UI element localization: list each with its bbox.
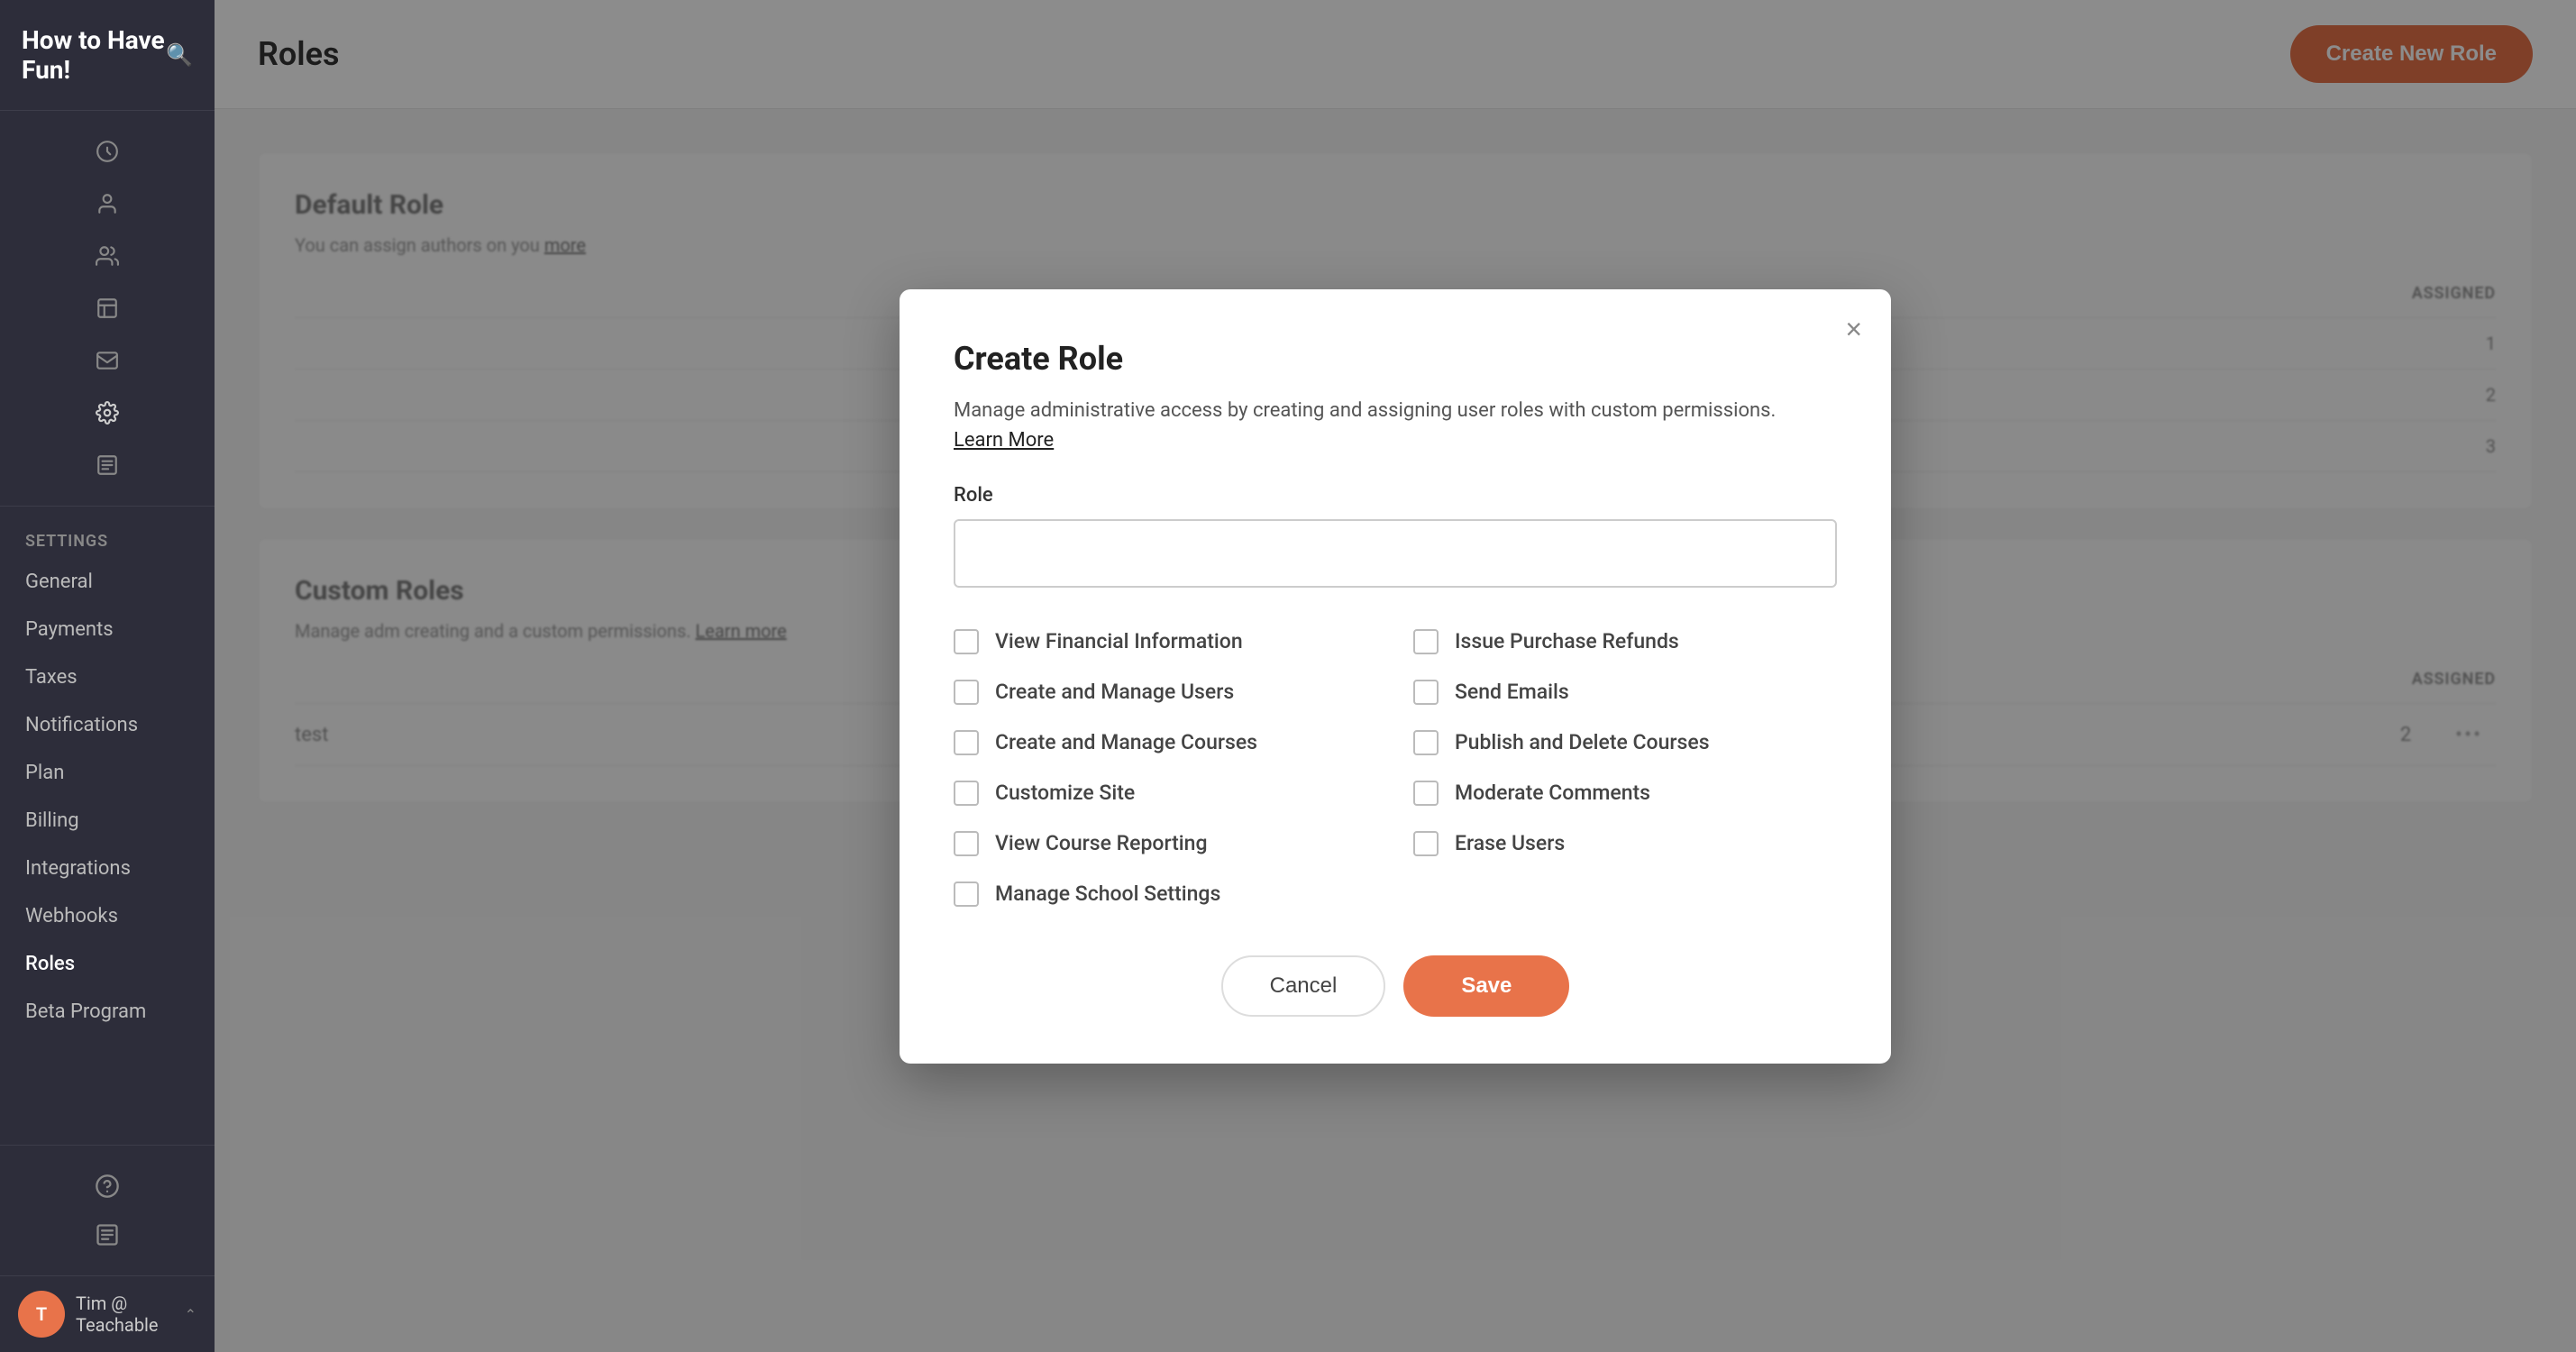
sidebar-icon-users[interactable] (85, 181, 130, 226)
permission-label-view-financial: View Financial Information (995, 629, 1243, 653)
save-button[interactable]: Save (1403, 955, 1569, 1017)
sidebar-item-plan[interactable]: Plan (0, 749, 215, 797)
permission-checkbox-erase-users[interactable] (1413, 831, 1439, 856)
sidebar-icon-document[interactable] (85, 443, 130, 488)
permission-publish-delete-courses: Publish and Delete Courses (1413, 721, 1837, 764)
sidebar-icon-settings[interactable] (85, 390, 130, 435)
sidebar-icon-dashboard[interactable] (85, 129, 130, 174)
list-icon[interactable] (85, 1212, 130, 1257)
permission-create-users: Create and Manage Users (954, 671, 1377, 714)
avatar: T (18, 1291, 65, 1338)
sidebar-icon-chart[interactable] (85, 286, 130, 331)
permission-checkbox-issue-refunds[interactable] (1413, 629, 1439, 654)
sidebar-item-billing[interactable]: Billing (0, 797, 215, 845)
permission-label-issue-refunds: Issue Purchase Refunds (1455, 629, 1679, 653)
sidebar-header: How to Have Fun! 🔍 (0, 0, 215, 111)
main-content: Roles Create New Role Default Role You c… (215, 0, 2576, 1352)
permissions-grid: View Financial Information Issue Purchas… (954, 620, 1837, 916)
permission-view-course-reporting: View Course Reporting (954, 822, 1377, 865)
permission-label-create-courses: Create and Manage Courses (995, 730, 1257, 754)
modal-overlay: × Create Role Manage administrative acce… (215, 0, 2576, 1352)
sidebar-item-webhooks[interactable]: Webhooks (0, 892, 215, 940)
permission-manage-school-settings: Manage School Settings (954, 872, 1377, 916)
learn-more-link[interactable]: Learn More (954, 429, 1054, 452)
sidebar-icon-group[interactable] (85, 233, 130, 279)
sidebar-bottom (0, 1145, 215, 1275)
permission-label-send-emails: Send Emails (1455, 680, 1569, 704)
permission-checkbox-view-course-reporting[interactable] (954, 831, 979, 856)
sidebar-item-payments[interactable]: Payments (0, 606, 215, 653)
permission-checkbox-customize-site[interactable] (954, 781, 979, 806)
permission-label-customize-site: Customize Site (995, 781, 1135, 805)
sidebar-nav: SETTINGS General Payments Taxes Notifica… (0, 507, 215, 1145)
permission-label-moderate-comments: Moderate Comments (1455, 781, 1650, 805)
permission-customize-site: Customize Site (954, 772, 1377, 815)
sidebar: How to Have Fun! 🔍 SETTINGS General Paym… (0, 0, 215, 1352)
permission-label-manage-school-settings: Manage School Settings (995, 882, 1220, 906)
permission-label-create-users: Create and Manage Users (995, 680, 1234, 704)
permission-checkbox-view-financial[interactable] (954, 629, 979, 654)
sidebar-item-roles[interactable]: Roles (0, 940, 215, 988)
modal-title: Create Role (954, 340, 1837, 378)
permission-send-emails: Send Emails (1413, 671, 1837, 714)
sidebar-item-integrations[interactable]: Integrations (0, 845, 215, 892)
role-name-input[interactable] (954, 519, 1837, 588)
modal-actions: Cancel Save (954, 955, 1837, 1017)
username: Tim @ Teachable (76, 1293, 174, 1336)
sidebar-icon-mail[interactable] (85, 338, 130, 383)
permission-checkbox-publish-delete-courses[interactable] (1413, 730, 1439, 755)
permission-view-financial: View Financial Information (954, 620, 1377, 663)
permission-label-publish-delete-courses: Publish and Delete Courses (1455, 730, 1710, 754)
chevron-up-icon: ⌃ (185, 1306, 196, 1323)
permission-checkbox-create-courses[interactable] (954, 730, 979, 755)
permission-checkbox-manage-school-settings[interactable] (954, 882, 979, 907)
sidebar-item-beta[interactable]: Beta Program (0, 988, 215, 1036)
permission-checkbox-moderate-comments[interactable] (1413, 781, 1439, 806)
permission-erase-users: Erase Users (1413, 822, 1837, 865)
sidebar-item-taxes[interactable]: Taxes (0, 653, 215, 701)
help-icon[interactable] (85, 1164, 130, 1209)
permission-issue-refunds: Issue Purchase Refunds (1413, 620, 1837, 663)
sidebar-section-label: SETTINGS (0, 525, 215, 558)
create-role-modal: × Create Role Manage administrative acce… (900, 289, 1891, 1064)
permission-label-view-course-reporting: View Course Reporting (995, 831, 1208, 855)
cancel-button[interactable]: Cancel (1221, 955, 1386, 1017)
permission-checkbox-create-users[interactable] (954, 680, 979, 705)
sidebar-item-general[interactable]: General (0, 558, 215, 606)
sidebar-icon-group (0, 111, 215, 507)
permission-label-erase-users: Erase Users (1455, 831, 1565, 855)
permission-checkbox-send-emails[interactable] (1413, 680, 1439, 705)
modal-description: Manage administrative access by creating… (954, 396, 1837, 425)
permission-create-courses: Create and Manage Courses (954, 721, 1377, 764)
sidebar-item-notifications[interactable]: Notifications (0, 701, 215, 749)
search-icon[interactable]: 🔍 (166, 42, 193, 68)
permission-moderate-comments: Moderate Comments (1413, 772, 1837, 815)
role-field-label: Role (954, 484, 1837, 507)
app-name: How to Have Fun! (22, 25, 166, 85)
modal-close-button[interactable]: × (1845, 315, 1862, 343)
sidebar-user[interactable]: T Tim @ Teachable ⌃ (0, 1275, 215, 1352)
